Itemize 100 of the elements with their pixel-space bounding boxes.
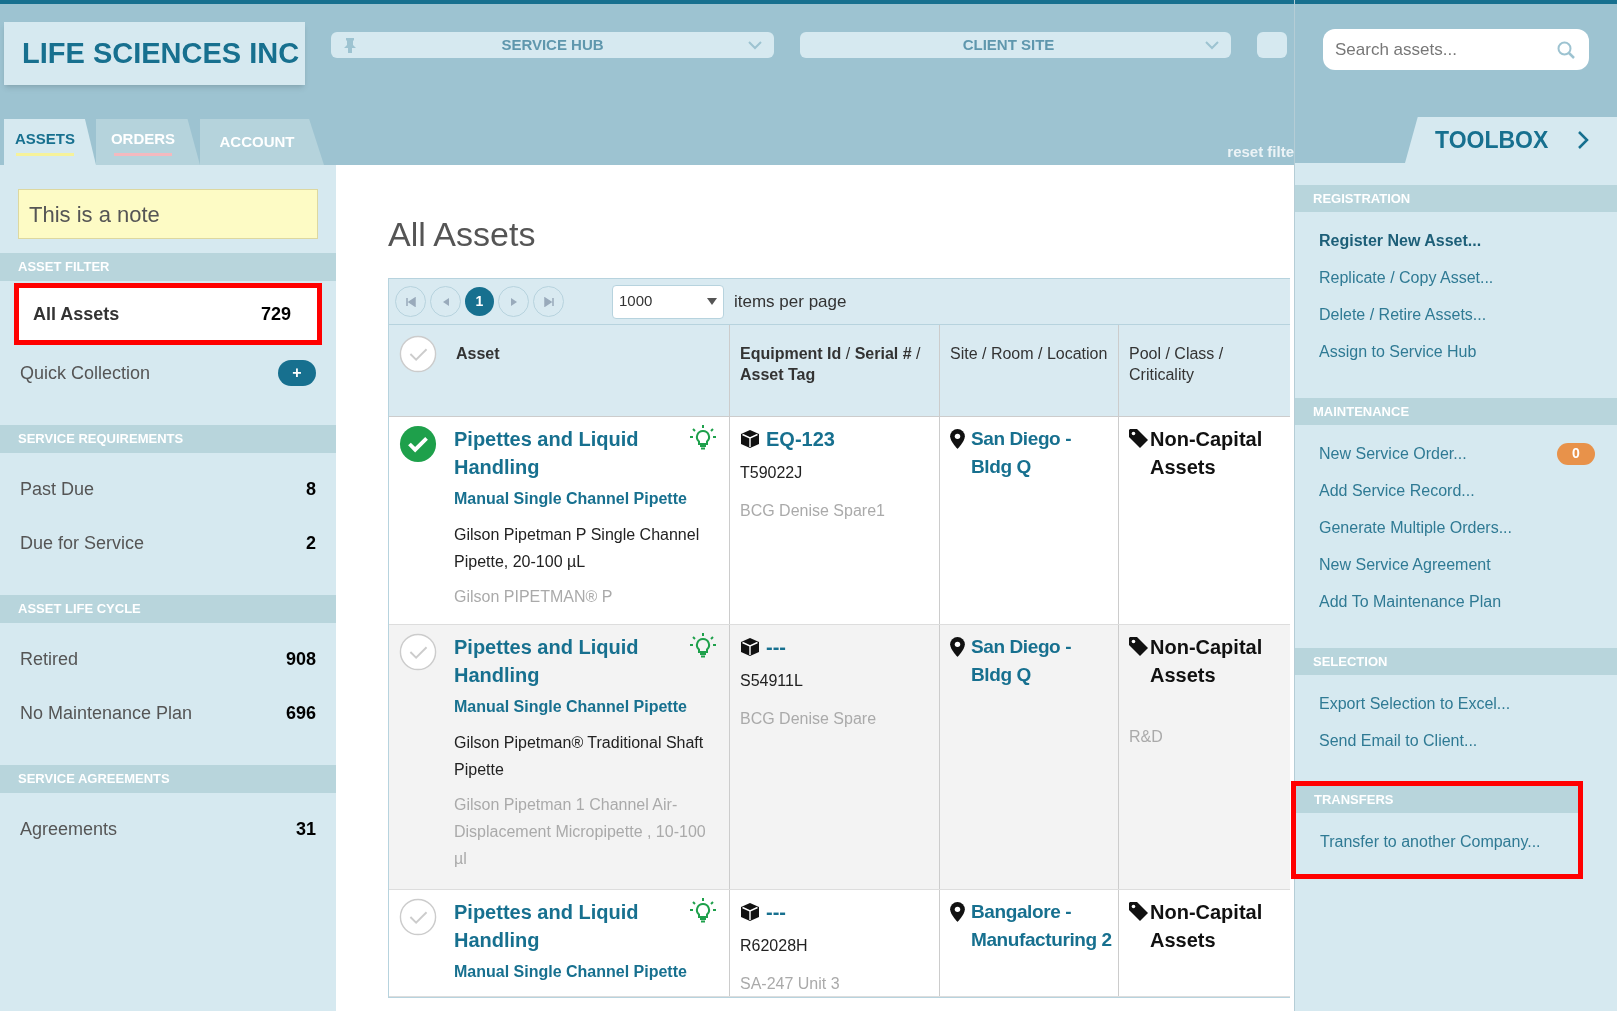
- filter-label: All Assets: [33, 302, 120, 326]
- toolbox-link[interactable]: Register New Asset...: [1319, 228, 1482, 253]
- count: 2: [306, 531, 316, 555]
- chevron-right-icon: [1577, 131, 1589, 149]
- asset-description: Gilson Pipetman P Single Channel Pipette, 20-100 µL: [454, 525, 701, 572]
- cube-icon: [740, 637, 760, 657]
- toolbox-link[interactable]: Add Service Record...: [1319, 478, 1475, 503]
- chevron-down-icon: [1205, 40, 1219, 50]
- filter-item[interactable]: Due for Service 2: [0, 517, 336, 569]
- filter-item[interactable]: Retired 908: [0, 633, 336, 685]
- column-header[interactable]: Pool / Class / Criticality: [1129, 343, 1283, 385]
- count: 8: [306, 477, 316, 501]
- filter-label: Due for Service: [20, 531, 145, 555]
- section-header: ASSET LIFE CYCLE: [0, 595, 336, 623]
- page-title: All Assets: [388, 214, 537, 255]
- asset-tag: SA-247 Unit 3: [740, 972, 939, 996]
- filter-item[interactable]: Past Due 8: [0, 463, 336, 515]
- lightbulb-icon: [689, 898, 717, 924]
- equipment-id-link[interactable]: ---: [766, 898, 786, 926]
- serial-number: T59022J: [740, 463, 804, 483]
- filter-item[interactable]: All Assets 729: [19, 288, 317, 340]
- per-page-dropdown[interactable]: 1000: [612, 284, 724, 319]
- tab[interactable]: ASSETS: [4, 119, 96, 165]
- page-button[interactable]: 1: [465, 287, 494, 316]
- unchecked-circle[interactable]: [399, 633, 437, 671]
- column-header[interactable]: Site / Room / Location: [950, 343, 1110, 364]
- map-pin-icon: [950, 902, 965, 922]
- count: 729: [260, 302, 291, 326]
- count-badge: 0: [1557, 442, 1595, 465]
- toolbox-link[interactable]: Send Email to Client...: [1319, 728, 1478, 753]
- filter-label: Past Due: [20, 477, 95, 501]
- first-page-icon: [405, 296, 416, 307]
- toolbox-link[interactable]: New Service Order...: [1319, 441, 1467, 466]
- lightbulb-icon: [689, 633, 717, 659]
- asset-link[interactable]: Pipettes and Liquid Handling: [454, 425, 674, 481]
- checked-circle[interactable]: [399, 425, 437, 463]
- toolbox-link[interactable]: Generate Multiple Orders...: [1319, 515, 1512, 540]
- last-page-icon: [543, 296, 554, 307]
- per-page-label: items per page: [734, 290, 847, 313]
- dropdown-arrow-icon: [707, 298, 717, 305]
- column-header[interactable]: Asset: [456, 343, 721, 364]
- toolbox-link[interactable]: Add To Maintenance Plan: [1319, 589, 1502, 614]
- section-header: TRANSFERS: [1296, 786, 1578, 813]
- asset-tag: BCG Denise Spare1: [740, 499, 939, 523]
- serial-number: S54911L: [740, 671, 804, 691]
- asset-link[interactable]: Pipettes and Liquid Handling: [454, 898, 674, 954]
- asset-model: Manual Single Channel Pipette: [454, 697, 688, 717]
- tag-icon: [1129, 429, 1148, 448]
- section-header: SELECTION: [1295, 648, 1617, 675]
- section-header: REGISTRATION: [1295, 185, 1617, 212]
- map-pin-icon: [950, 429, 965, 449]
- note: This is a note: [18, 189, 318, 239]
- asset-model: Manual Single Channel Pipette: [454, 489, 688, 509]
- section-header: ASSET FILTER: [0, 253, 336, 281]
- filter-item[interactable]: Agreements 31: [0, 803, 336, 855]
- serial-number: R62028H: [740, 936, 809, 956]
- asset-class: R&D: [1129, 727, 1164, 747]
- search-field[interactable]: Search assets...: [1323, 29, 1589, 70]
- filter-label: Agreements: [20, 817, 118, 841]
- map-pin-icon: [950, 637, 965, 657]
- filter-item[interactable]: No Maintenance Plan 696: [0, 687, 336, 739]
- toolbox-link[interactable]: Delete / Retire Assets...: [1319, 302, 1487, 327]
- toolbox-link[interactable]: New Service Agreement: [1319, 552, 1491, 577]
- count: 908: [285, 647, 316, 671]
- logo: LIFE SCIENCES INC: [4, 22, 305, 85]
- count: 31: [295, 817, 316, 841]
- pool-label: Non-Capital Assets: [1150, 635, 1264, 688]
- asset-link[interactable]: Pipettes and Liquid Handling: [454, 633, 674, 689]
- dropdown[interactable]: [1257, 32, 1287, 58]
- pool-label: Non-Capital Assets: [1150, 427, 1264, 480]
- search-icon: [1557, 41, 1575, 59]
- cube-icon: [740, 429, 760, 449]
- section-header: SERVICE REQUIREMENTS: [0, 425, 336, 453]
- unchecked-circle[interactable]: [399, 335, 437, 373]
- filter-label: Retired: [20, 647, 79, 671]
- toolbox-link[interactable]: Replicate / Copy Asset...: [1319, 265, 1494, 290]
- asset-model: Manual Single Channel Pipette: [454, 962, 688, 982]
- unchecked-circle[interactable]: [399, 898, 437, 936]
- section-header: MAINTENANCE: [1295, 398, 1617, 425]
- pool-label: Non-Capital Assets: [1150, 900, 1264, 953]
- asset-tag: BCG Denise Spare: [740, 707, 939, 731]
- site-link[interactable]: San Diego - Bldg Q: [971, 425, 1116, 481]
- next-page-icon: [508, 296, 519, 307]
- manufacturer-model: Gilson Pipetman 1 Channel Air-Displacement Micropipette , 10-100 µl: [454, 795, 707, 869]
- site-link[interactable]: Bangalore - Manufacturing 2: [971, 898, 1116, 954]
- section-header: SERVICE AGREEMENTS: [0, 765, 336, 793]
- lightbulb-icon: [689, 425, 717, 451]
- filter-label: No Maintenance Plan: [20, 701, 193, 725]
- pin-icon: [343, 37, 357, 53]
- filter-item[interactable]: Quick Collection +: [0, 347, 336, 399]
- toolbox-tab[interactable]: TOOLBOX: [1405, 117, 1617, 163]
- add-button[interactable]: +: [278, 360, 316, 386]
- toolbox-link[interactable]: Assign to Service Hub: [1319, 339, 1477, 364]
- toolbox-link[interactable]: Transfer to another Company...: [1320, 829, 1541, 854]
- site-link[interactable]: San Diego - Bldg Q: [971, 633, 1116, 689]
- asset-description: Gilson Pipetman® Traditional Shaft Pipette: [454, 733, 705, 780]
- equipment-id-link[interactable]: ---: [766, 633, 786, 661]
- equipment-id-link[interactable]: EQ-123: [766, 425, 835, 453]
- toolbox-link[interactable]: Export Selection to Excel...: [1319, 691, 1511, 716]
- column-header[interactable]: Equipment Id / Serial # / Asset Tag: [740, 343, 931, 385]
